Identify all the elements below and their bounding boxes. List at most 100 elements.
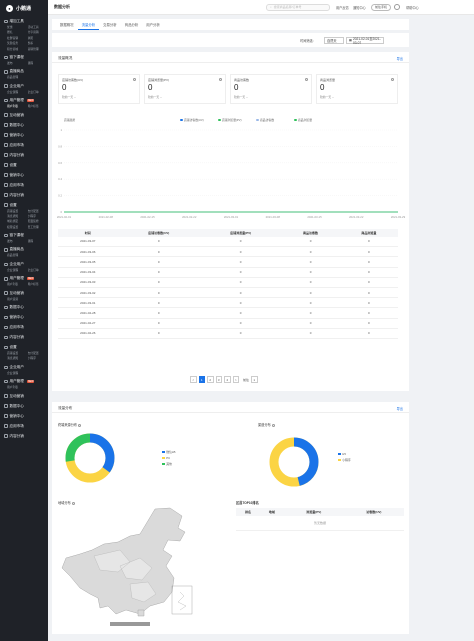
sidebar-item[interactable]: 设置 [0,202,48,209]
sidebar-subitem[interactable]: 课程 [28,61,49,65]
next-page-button[interactable]: > [232,376,239,383]
sidebar-item[interactable]: 用户管理 NEW [0,378,48,385]
sidebar-item[interactable]: 内容分销 [0,334,48,341]
sidebar-item[interactable]: 数据中心 [0,304,48,311]
sidebar-subitem[interactable]: 企业订单 [28,268,49,272]
sidebar-subitem[interactable]: 奖励任务 [7,41,28,45]
sidebar-subitem[interactable]: 分享营销 [28,30,49,34]
legend-item[interactable]: 店铺访客数(UV) [180,118,204,122]
sidebar-subitem[interactable]: 企业课程 [7,371,28,375]
sidebar-subitem[interactable]: 域名绑定 [7,219,28,223]
info-icon[interactable] [390,78,394,82]
sidebar-item[interactable]: 数据中心 [0,403,48,410]
sidebar-subitem[interactable]: 课程 [28,239,49,243]
sidebar-subitem[interactable]: 用户标签 [28,104,49,108]
notification-icon[interactable] [394,4,400,10]
tab-item[interactable]: 用户分析 [142,21,164,30]
flow-export-link[interactable]: 导出 [397,56,403,61]
sidebar-subitem[interactable]: 企业课程 [7,90,28,94]
sidebar-subitem[interactable]: 用户标签 [28,282,49,286]
info-icon[interactable] [78,423,82,427]
sidebar-item[interactable]: 直播商品 [0,68,48,75]
sidebar-subitem[interactable]: 发布 [7,61,28,65]
sidebar-item[interactable]: 设置 [0,162,48,169]
range-select[interactable]: 自然天 [324,36,344,44]
sidebar-subitem[interactable]: 权限设置 [7,225,28,229]
sidebar-subitem[interactable]: 优惠 [7,25,28,29]
page-button[interactable]: 2 [207,376,214,383]
legend-item[interactable]: 商品浏览量 [294,118,312,122]
sidebar-item[interactable]: 直播商品 [0,246,48,253]
help-link[interactable]: 帮助中心 [406,5,419,10]
tab-item[interactable]: 流量分析 [77,21,100,30]
sidebar-item[interactable]: 用户管理 NEW [0,275,48,282]
sidebar-subitem[interactable]: 支付配置 [28,209,49,213]
sidebar-item[interactable]: 应用市场 [0,324,48,331]
sidebar-subitem[interactable]: 小程序 [28,356,49,360]
feedback-link[interactable]: 用户反馈 [336,5,349,10]
sidebar-item[interactable]: 内容分销 [0,152,48,159]
sidebar-item[interactable]: 营销中心 [0,172,48,179]
sidebar-item[interactable]: 设置 [0,344,48,351]
sidebar-subitem[interactable]: 用户列表 [7,385,28,389]
sidebar-subitem[interactable]: 用户运营 [7,297,28,301]
sidebar-subitem[interactable]: 支付配置 [28,351,49,355]
page-button[interactable]: 1 [198,376,205,383]
legend-item[interactable]: 店铺浏览量(PV) [218,118,242,122]
tab-item[interactable]: 数据概况 [56,21,78,30]
mobile-button[interactable]: 前往手机 [371,3,391,11]
sidebar-item[interactable]: 应用市场 [0,423,48,430]
page-button[interactable]: 3 [215,376,222,383]
sidebar-item[interactable]: 营销中心 [0,132,48,139]
sidebar-item[interactable]: 营销中心 [0,314,48,321]
sidebar-subitem[interactable]: 店铺设置 [7,209,28,213]
info-icon[interactable] [132,78,136,82]
legend-item[interactable]: 商品访客数 [256,118,274,122]
sidebar-item[interactable]: 企业用户 [0,83,48,90]
sidebar-subitem[interactable]: 消息通知 [7,214,28,218]
page-button[interactable]: 4 [224,376,231,383]
date-picker[interactable]: ▦ 2021-02-01至2021-03-07 [346,36,384,45]
sidebar-subitem[interactable]: 员工管理 [28,225,49,229]
sidebar-item[interactable]: 应用市场 [0,142,48,149]
sidebar-item[interactable]: 企业用户 [0,364,48,371]
sidebar-item[interactable]: 链下课程 [0,54,48,61]
prev-page-button[interactable]: < [190,376,197,383]
sidebar-item[interactable]: 营销中心 [0,413,48,420]
info-icon[interactable] [271,423,275,427]
sidebar-subitem[interactable]: 用户列表 [7,104,28,108]
sidebar-subitem[interactable]: 活动工具 [28,25,49,29]
sidebar-subitem[interactable]: 拼团 [28,36,49,40]
sidebar-subitem[interactable]: 店铺设置 [7,351,28,355]
notice-link[interactable]: 通知中心 [353,5,366,10]
sidebar-subitem[interactable]: 赠礼 [7,30,28,34]
tab-item[interactable]: 商品分析 [121,21,143,30]
sidebar-item[interactable]: 互动营销 [0,393,48,400]
sidebar-item[interactable]: 企业用户 [0,261,48,268]
search-input[interactable]: ⌕ 搜索商品名称/订单号 [266,4,330,11]
sidebar-subitem[interactable]: 页面装修 [28,219,49,223]
sidebar-subitem[interactable]: 社群营销 [7,36,28,40]
sidebar-subitem[interactable]: 商品管理 [7,75,28,79]
tab-item[interactable]: 交易分析 [99,21,121,30]
sidebar-item[interactable]: 数据中心 [0,122,48,129]
sidebar-subitem[interactable]: 秒杀 [28,41,49,45]
sidebar-item[interactable]: 内容分销 [0,433,48,440]
sidebar-subitem[interactable]: 用户列表 [7,282,28,286]
sidebar-subitem[interactable]: 营销管理 [28,47,49,51]
info-icon[interactable] [218,78,222,82]
sidebar-item[interactable]: 互动营销 [0,290,48,297]
sidebar-item[interactable]: 链下课程 [0,232,48,239]
sidebar-item[interactable]: 增加工具 [0,18,48,25]
logo[interactable]: ● 小鹅通 [0,0,48,17]
sidebar-item[interactable]: 互动营销 [0,112,48,119]
sidebar-subitem[interactable]: 企业订单 [28,90,49,94]
sidebar-subitem[interactable]: 消息通知 [7,356,28,360]
sidebar-item[interactable]: 应用市场 [0,182,48,189]
sidebar-subitem[interactable]: 商品管理 [7,253,28,257]
distribution-export-link[interactable]: 导出 [397,406,403,411]
sidebar-subitem[interactable]: 企业课程 [7,268,28,272]
info-icon[interactable] [71,501,75,505]
goto-input[interactable]: 1 [251,376,258,383]
sidebar-item[interactable]: 内容分销 [0,192,48,199]
